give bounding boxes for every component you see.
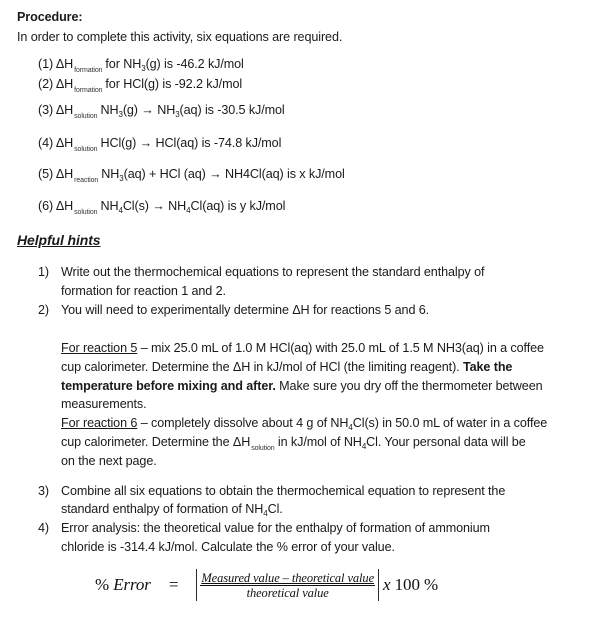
- equation-number: (5): [38, 167, 54, 181]
- subscript: 4: [186, 206, 191, 215]
- equation-text: (g) is -46.2 kJ/mol: [145, 57, 244, 71]
- reaction-5-text: – mix 25.0 mL of 1.0 M HCl(aq) with 25.0…: [137, 341, 544, 355]
- subscript: 3: [141, 64, 146, 73]
- reaction-6-text: Cl(s) in 50.0 mL of water in a coffee: [352, 416, 548, 430]
- formula-multiplier: x 100 %: [383, 575, 438, 595]
- equation-text: for HCl(g) is -92.2 kJ/mol: [105, 77, 243, 91]
- hint-3-text: Cl.: [267, 502, 283, 516]
- times-sign: x: [383, 575, 391, 594]
- equation-5: (5) ΔHreaction NH3(aq) + HCl (aq) → NH4Cl…: [38, 166, 345, 185]
- formula-equals: =: [168, 575, 179, 594]
- reaction-5-emphasis: temperature before mixing and after.: [61, 379, 276, 393]
- delta-subscript: formation: [74, 67, 103, 74]
- equation-text: (aq) is -30.5 kJ/mol: [179, 103, 285, 117]
- reaction-5-line-4: measurements.: [61, 397, 147, 411]
- reaction-6-line-3: on the next page.: [61, 454, 157, 468]
- equation-text: (g) → NH: [122, 103, 176, 117]
- hint-3-line-1: Combine all six equations to obtain the …: [61, 484, 506, 498]
- equation-text: (aq) + HCl (aq) → NH4Cl(aq) is x kJ/mol: [123, 167, 345, 181]
- subscript: 4: [118, 206, 123, 215]
- hint-3-line-2: standard enthalpy of formation of NH4Cl.: [61, 501, 283, 519]
- hint-4-number: 4): [38, 521, 49, 535]
- reaction-6-text: Cl. Your personal data will be: [366, 435, 526, 449]
- formula-denominator: theoretical value: [246, 585, 329, 600]
- hundred-percent: 100 %: [394, 575, 439, 594]
- hint-1-number: 1): [38, 265, 49, 279]
- equation-text: NH: [100, 199, 119, 213]
- reaction-6-text: – completely dissolve about 4 g of NH: [137, 416, 349, 430]
- delta-h: ΔH: [55, 136, 74, 150]
- delta-subscript: solution: [74, 146, 98, 153]
- procedure-intro: In order to complete this activity, six …: [17, 30, 343, 44]
- reaction-5-text: Make sure you dry off the thermometer be…: [275, 379, 543, 393]
- equation-number: (6): [38, 199, 54, 213]
- percent-error-formula: % Error = Measured value – theoretical v…: [95, 569, 438, 601]
- hint-2-line-1: You will need to experimentally determin…: [61, 303, 430, 317]
- equation-6: (6) ΔHsolution NH4Cl(s) → NH4Cl(aq) is y …: [38, 198, 285, 217]
- delta-h: ΔH: [55, 103, 74, 117]
- reaction-5-label: For reaction 5: [61, 341, 138, 355]
- delta-h: ΔH: [55, 57, 74, 71]
- reaction-6-line-1: For reaction 6 – completely dissolve abo…: [61, 415, 547, 433]
- subscript: 3: [118, 110, 123, 119]
- hint-2-number: 2): [38, 303, 49, 317]
- equation-1: (1) ΔHformation for NH3(g) is -46.2 kJ/mo…: [38, 56, 244, 75]
- reaction-5-line-2: cup calorimeter. Determine the ΔH in kJ/…: [61, 359, 512, 375]
- hints-title: Helpful hints: [17, 232, 101, 248]
- equation-4: (4) ΔHsolution HCl(g) → HCl(aq) is -74.8 …: [38, 135, 281, 154]
- equation-text: Cl(aq) is y kJ/mol: [190, 199, 286, 213]
- equation-text: Cl(s) → NH: [122, 199, 187, 213]
- formula-fraction: Measured value – theoretical value theor…: [200, 570, 376, 600]
- delta-subscript: solution: [74, 209, 98, 216]
- subscript: 3: [119, 174, 124, 183]
- delta-subscript: reaction: [74, 177, 99, 184]
- hint-3-number: 3): [38, 484, 49, 498]
- reaction-6-text: cup calorimeter. Determine the ΔH: [61, 435, 251, 449]
- equation-text: for NH: [105, 57, 142, 71]
- absolute-value-bars: Measured value – theoretical value theor…: [196, 569, 380, 601]
- hint-1-line-2: formation for reaction 1 and 2.: [61, 284, 226, 298]
- delta-h: ΔH: [55, 77, 74, 91]
- delta-subscript: formation: [74, 87, 103, 94]
- subscript: 4: [361, 442, 367, 451]
- delta-subscript: solution: [74, 113, 98, 120]
- reaction-5-line-1: For reaction 5 – mix 25.0 mL of 1.0 M HC…: [61, 340, 544, 356]
- equation-3: (3) ΔHsolution NH3(g) → NH3(aq) is -30.5 …: [38, 102, 285, 121]
- delta-subscript: solution: [251, 445, 275, 452]
- subscript: 3: [175, 110, 180, 119]
- hint-4-line-1: Error analysis: the theoretical value fo…: [61, 521, 490, 535]
- equation-number: (2): [38, 77, 54, 91]
- formula-error-label: Error: [113, 575, 151, 594]
- reaction-5-text: cup calorimeter. Determine the ΔH in kJ/…: [61, 360, 463, 374]
- reaction-5-emphasis: Take the: [462, 360, 513, 374]
- subscript: 4: [263, 509, 268, 518]
- reaction-6-line-2: cup calorimeter. Determine the ΔHsolutio…: [61, 434, 526, 453]
- hint-1-line-1: Write out the thermochemical equations t…: [61, 265, 485, 279]
- delta-h: ΔH: [55, 199, 74, 213]
- reaction-5-line-3: temperature before mixing and after. Mak…: [61, 378, 543, 394]
- percent-sign: %: [95, 575, 110, 594]
- procedure-title: Procedure:: [17, 10, 83, 24]
- equation-2: (2) ΔHformation for HCl(g) is -92.2 kJ/mo…: [38, 76, 242, 95]
- hint-3-text: standard enthalpy of formation of NH: [61, 502, 264, 516]
- equation-text: NH: [101, 167, 120, 181]
- equation-text: NH: [100, 103, 119, 117]
- reaction-6-label: For reaction 6: [61, 416, 138, 430]
- hint-4-line-2: chloride is -314.4 kJ/mol. Calculate the…: [61, 540, 395, 554]
- formula-numerator: Measured value – theoretical value: [200, 570, 376, 586]
- formula-lhs: % Error: [95, 575, 151, 595]
- equation-number: (3): [38, 103, 54, 117]
- reaction-6-text: in kJ/mol of NH: [274, 435, 362, 449]
- subscript: 4: [348, 423, 353, 432]
- delta-h: ΔH: [55, 167, 74, 181]
- equation-number: (1): [38, 57, 54, 71]
- equation-number: (4): [38, 136, 54, 150]
- equation-text: HCl(g) → HCl(aq) is -74.8 kJ/mol: [100, 136, 282, 150]
